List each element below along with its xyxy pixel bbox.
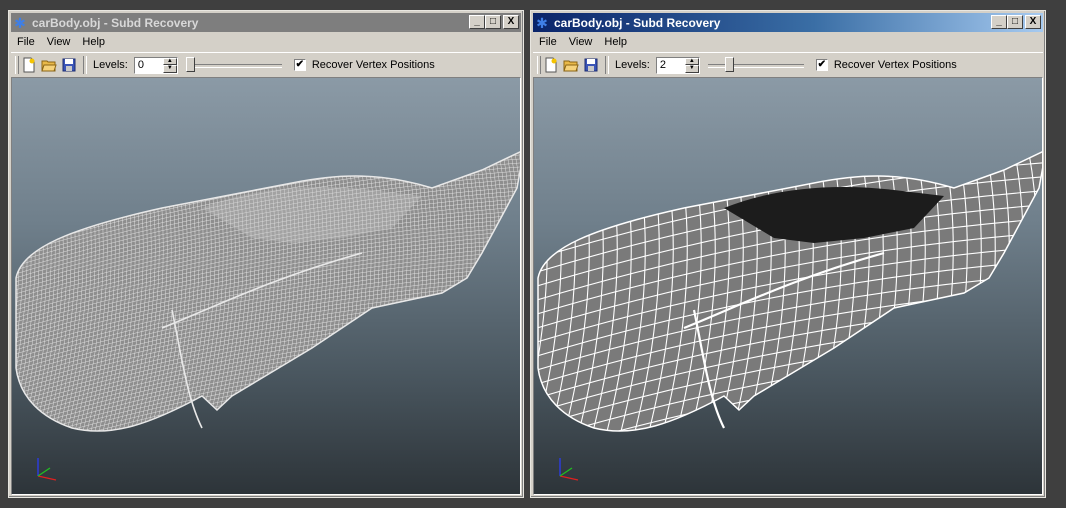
subd-window-right: ✱ carBody.obj - Subd Recovery _ □ X File… [530,10,1046,498]
axis-gizmo-icon [559,458,579,481]
menu-view[interactable]: View [41,36,77,48]
minimize-button[interactable]: _ [469,15,485,29]
levels-label: Levels: [615,59,650,71]
menu-bar: File View Help [533,33,1043,51]
levels-label: Levels: [93,59,128,71]
slider-track [185,64,282,68]
levels-slider[interactable] [707,55,804,75]
open-folder-icon[interactable] [561,55,581,75]
window-controls: _ □ X [469,15,519,29]
menu-file[interactable]: File [11,36,41,48]
levels-spinbox[interactable]: ▲▼ [133,56,178,74]
save-disk-icon[interactable] [59,55,79,75]
slider-track [707,64,804,68]
slider-thumb[interactable] [725,57,735,72]
menu-help[interactable]: Help [76,36,111,48]
window-title: carBody.obj - Subd Recovery [554,15,721,30]
toolbar-separator [605,56,609,74]
3d-viewport[interactable] [533,77,1043,495]
title-bar[interactable]: ✱ carBody.obj - Subd Recovery _ □ X [533,13,1043,32]
recover-checkbox[interactable]: ✔ [293,59,306,71]
close-button[interactable]: X [503,15,519,29]
toolbar-separator [83,56,87,74]
axis-gizmo-icon [37,458,57,481]
maximize-button[interactable]: □ [1007,15,1023,29]
spin-down-icon[interactable]: ▼ [684,65,699,73]
car-body-mesh [537,150,1042,481]
new-file-icon[interactable] [19,55,39,75]
open-folder-icon[interactable] [39,55,59,75]
levels-input[interactable] [134,58,162,72]
recover-label: Recover Vertex Positions [311,59,435,71]
app-icon: ✱ [536,14,548,31]
slider-thumb[interactable] [185,57,195,72]
spin-up-icon[interactable]: ▲ [684,57,699,65]
levels-slider[interactable] [185,55,282,75]
maximize-button[interactable]: □ [485,15,501,29]
new-file-icon[interactable] [541,55,561,75]
toolbar: Levels: ▲▼ ✔ Recover Vertex Positions [533,52,1043,78]
levels-spinbox[interactable]: ▲▼ [655,56,700,74]
minimize-button[interactable]: _ [991,15,1007,29]
spin-up-icon[interactable]: ▲ [162,57,177,65]
spin-buttons[interactable]: ▲ ▼ [684,57,699,73]
window-title: carBody.obj - Subd Recovery [32,15,199,30]
window-controls: _ □ X [991,15,1041,29]
levels-input[interactable] [656,58,684,72]
recover-label: Recover Vertex Positions [833,59,957,71]
toolbar: Levels: ▲▼ ✔ Recover Vertex Positions [11,52,521,78]
menu-help[interactable]: Help [598,36,633,48]
spin-down-icon[interactable]: ▼ [162,65,177,73]
title-bar[interactable]: ✱ carBody.obj - Subd Recovery _ □ X [11,13,521,32]
menu-view[interactable]: View [563,36,599,48]
menu-file[interactable]: File [533,36,563,48]
subd-window-left: ✱ carBody.obj - Subd Recovery _ □ X File… [8,10,524,498]
car-body-mesh [15,150,520,481]
menu-bar: File View Help [11,33,521,51]
close-button[interactable]: X [1025,15,1041,29]
spin-buttons[interactable]: ▲ ▼ [162,57,177,73]
3d-viewport[interactable] [11,77,521,495]
save-disk-icon[interactable] [581,55,601,75]
app-icon: ✱ [14,14,26,31]
recover-checkbox[interactable]: ✔ [815,59,828,71]
